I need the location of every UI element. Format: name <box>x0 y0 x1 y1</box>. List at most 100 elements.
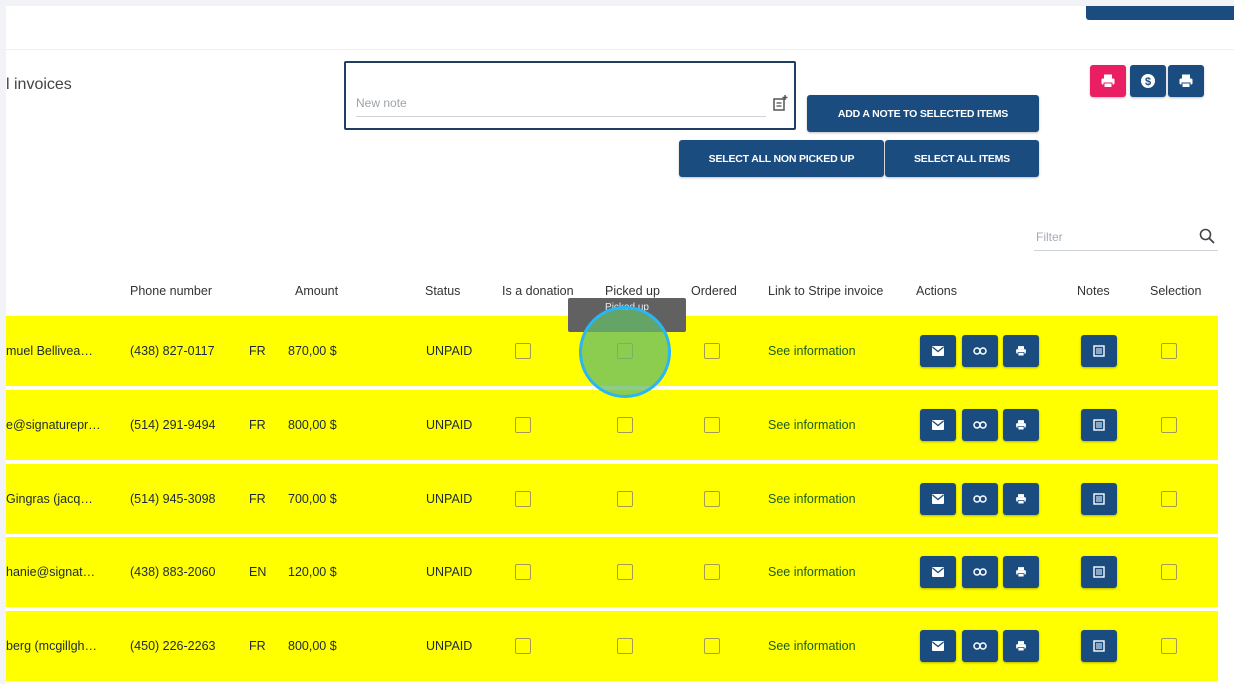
language: FR <box>249 492 266 506</box>
amount: 700,00 $ <box>288 492 337 506</box>
selection-checkbox[interactable] <box>1161 564 1177 580</box>
phone-number: (514) 945-3098 <box>130 492 216 506</box>
link-icon <box>973 347 987 355</box>
amount: 120,00 $ <box>288 565 337 579</box>
copy-link-button[interactable] <box>962 483 998 515</box>
donation-checkbox[interactable] <box>515 491 531 507</box>
stripe-link[interactable]: See information <box>768 611 856 681</box>
col-header-status[interactable]: Status <box>425 284 460 298</box>
email-button[interactable] <box>920 335 956 367</box>
col-header-ordered[interactable]: Ordered <box>691 284 737 298</box>
email-button[interactable] <box>920 556 956 588</box>
print-pink-button[interactable] <box>1090 65 1126 97</box>
donation-checkbox[interactable] <box>515 638 531 654</box>
add-note-button[interactable]: ADD A NOTE TO SELECTED ITEMS <box>807 95 1039 132</box>
print-row-button[interactable] <box>1003 556 1039 588</box>
email-button[interactable] <box>920 630 956 662</box>
status: UNPAID <box>426 492 473 506</box>
print-icon <box>1016 567 1026 578</box>
ordered-checkbox[interactable] <box>704 564 720 580</box>
link-icon <box>973 642 987 650</box>
print-row-button[interactable] <box>1003 483 1039 515</box>
email-button[interactable] <box>920 483 956 515</box>
picked-up-checkbox[interactable] <box>617 638 633 654</box>
print-icon <box>1016 494 1026 505</box>
payment-button[interactable]: $ <box>1130 65 1166 97</box>
notes-button[interactable] <box>1081 630 1117 662</box>
stripe-link[interactable]: See information <box>768 464 856 534</box>
amount: 870,00 $ <box>288 344 337 358</box>
notes-icon <box>1093 566 1105 578</box>
selection-checkbox[interactable] <box>1161 343 1177 359</box>
selection-checkbox[interactable] <box>1161 491 1177 507</box>
notes-button[interactable] <box>1081 483 1117 515</box>
email-button[interactable] <box>920 409 956 441</box>
picked-up-checkbox[interactable] <box>617 491 633 507</box>
col-header-amount[interactable]: Amount <box>295 284 338 298</box>
status: UNPAID <box>426 639 473 653</box>
status: UNPAID <box>426 344 473 358</box>
search-icon[interactable] <box>1198 227 1216 245</box>
note-input[interactable] <box>356 93 766 117</box>
donation-checkbox[interactable] <box>515 343 531 359</box>
customer-name: e@signaturepr… <box>6 418 101 432</box>
selection-checkbox[interactable] <box>1161 417 1177 433</box>
ordered-checkbox[interactable] <box>704 638 720 654</box>
phone-number: (438) 827-0117 <box>130 344 215 358</box>
note-add-icon[interactable] <box>770 94 790 114</box>
print-row-button[interactable] <box>1003 409 1039 441</box>
col-header-picked[interactable]: Picked up <box>605 284 660 298</box>
stripe-link[interactable]: See information <box>768 390 856 460</box>
col-header-selection: Selection <box>1150 284 1202 298</box>
picked-up-checkbox[interactable] <box>617 417 633 433</box>
mail-icon <box>932 346 944 356</box>
language: EN <box>249 565 267 579</box>
donation-checkbox[interactable] <box>515 417 531 433</box>
status: UNPAID <box>426 565 473 579</box>
filter-input[interactable] <box>1034 226 1188 248</box>
click-indicator <box>579 306 671 398</box>
top-action-button[interactable] <box>1086 6 1234 20</box>
copy-link-button[interactable] <box>962 556 998 588</box>
language: FR <box>249 639 266 653</box>
invoices-page: l invoices ADD A NOTE TO SELECTED ITEMS … <box>6 6 1234 684</box>
print-icon <box>1101 74 1115 88</box>
copy-link-button[interactable] <box>962 335 998 367</box>
link-icon <box>973 495 987 503</box>
col-header-stripe-link[interactable]: Link to Stripe invoice <box>768 284 883 298</box>
print-row-button[interactable] <box>1003 630 1039 662</box>
ordered-checkbox[interactable] <box>704 491 720 507</box>
mail-icon <box>932 494 944 504</box>
svg-text:$: $ <box>1145 76 1151 88</box>
notes-button[interactable] <box>1081 409 1117 441</box>
ordered-checkbox[interactable] <box>704 417 720 433</box>
stripe-link[interactable]: See information <box>768 316 856 386</box>
ordered-checkbox[interactable] <box>704 343 720 359</box>
table-row: berg (mcgillgh… (450) 226-2263 FR 800,00 $ U… <box>6 611 1218 684</box>
notes-icon <box>1093 345 1105 357</box>
col-header-donation[interactable]: Is a donation <box>502 284 574 298</box>
selection-checkbox[interactable] <box>1161 638 1177 654</box>
print-icon <box>1016 420 1026 431</box>
print-button[interactable] <box>1168 65 1204 97</box>
select-all-button[interactable]: SELECT ALL ITEMS <box>885 140 1039 177</box>
picked-up-checkbox[interactable] <box>617 564 633 580</box>
select-non-picked-button[interactable]: SELECT ALL NON PICKED UP <box>679 140 884 177</box>
link-icon <box>973 421 987 429</box>
print-row-button[interactable] <box>1003 335 1039 367</box>
col-header-actions: Actions <box>916 284 957 298</box>
amount: 800,00 $ <box>288 639 337 653</box>
col-header-phone[interactable]: Phone number <box>130 284 212 298</box>
table-row: e@signaturepr… (514) 291-9494 FR 800,00 $ UN… <box>6 390 1218 463</box>
notes-icon <box>1093 419 1105 431</box>
donation-checkbox[interactable] <box>515 564 531 580</box>
notes-icon <box>1093 493 1105 505</box>
print-icon <box>1179 74 1193 88</box>
notes-button[interactable] <box>1081 556 1117 588</box>
stripe-link[interactable]: See information <box>768 537 856 607</box>
copy-link-button[interactable] <box>962 409 998 441</box>
copy-link-button[interactable] <box>962 630 998 662</box>
language: FR <box>249 344 266 358</box>
table-row: Gingras (jacq… (514) 945-3098 FR 700,00 $ UN… <box>6 464 1218 537</box>
notes-button[interactable] <box>1081 335 1117 367</box>
